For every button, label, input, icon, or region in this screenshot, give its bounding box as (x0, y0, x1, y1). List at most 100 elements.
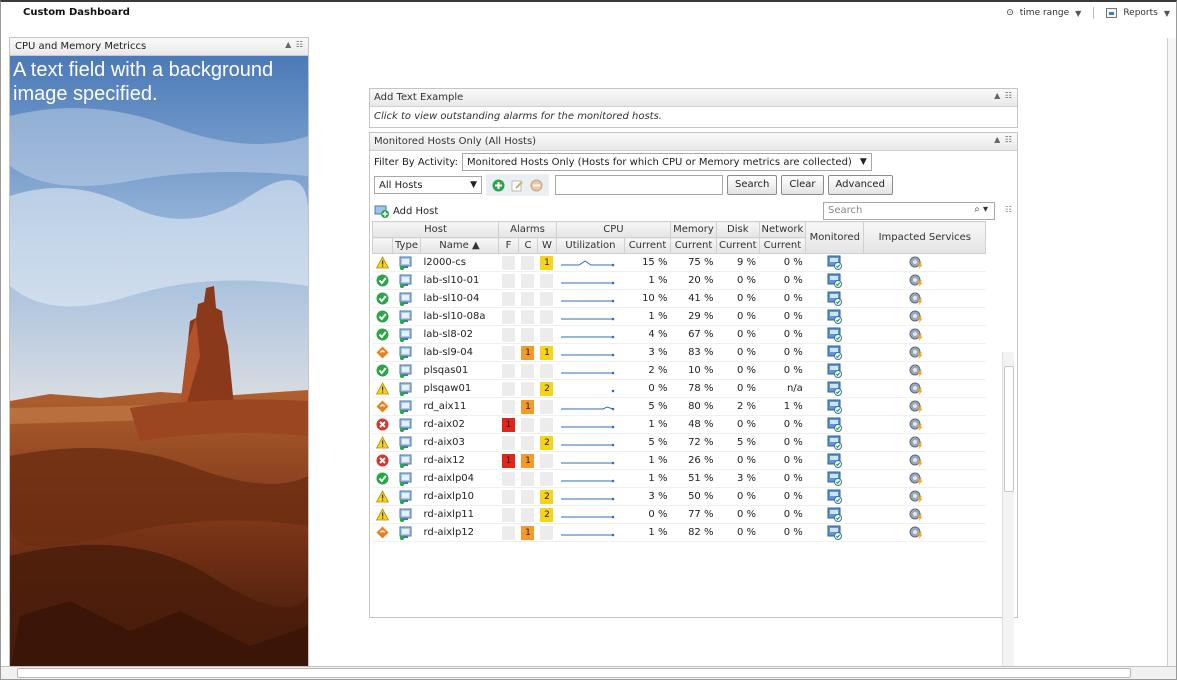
monitored-icon[interactable] (827, 489, 843, 504)
critical-alarm-count[interactable] (521, 507, 535, 522)
impacted-service-icon[interactable] (909, 436, 925, 450)
host-row[interactable]: rd-aix12 1 1 1 % 26 % 0 % 0 % (372, 451, 986, 470)
impacted-service-icon[interactable] (909, 418, 925, 432)
warning-header[interactable]: W (536, 237, 557, 254)
critical-alarm-count[interactable] (521, 309, 535, 324)
monitored-icon[interactable] (827, 453, 843, 468)
monitored-icon[interactable] (827, 345, 843, 360)
memory-current-header[interactable]: Current (669, 237, 717, 254)
name-header[interactable]: Name ▲ (419, 237, 499, 254)
host-name[interactable]: lab-sl10-01 (420, 271, 499, 290)
fatal-header[interactable]: F (497, 237, 519, 254)
host-name[interactable]: plsqaw01 (420, 379, 499, 398)
impacted-service-icon[interactable] (909, 256, 925, 270)
type-header[interactable]: Type (392, 237, 421, 254)
warning-alarm-count[interactable] (540, 453, 554, 468)
critical-alarm-count[interactable] (521, 291, 535, 306)
monitored-icon[interactable] (827, 291, 843, 306)
fatal-alarm-count[interactable] (501, 507, 515, 522)
impacted-service-icon[interactable] (909, 310, 925, 324)
critical-alarm-count[interactable] (521, 363, 535, 378)
widget-menu-icon[interactable]: ▲ ☷ (994, 91, 1013, 100)
cpu-utilization-cell[interactable] (556, 523, 625, 542)
monitored-icon[interactable] (827, 417, 843, 432)
impacted-service-icon[interactable] (909, 274, 925, 288)
clear-button[interactable]: Clear (781, 175, 824, 195)
cpu-utilization-cell[interactable] (556, 397, 625, 416)
host-name[interactable]: rd-aixlp04 (420, 469, 499, 488)
fatal-alarm-count[interactable] (501, 291, 515, 306)
host-name[interactable]: rd-aix03 (420, 433, 499, 452)
page-scroll-thumb[interactable] (17, 668, 1131, 678)
cpu-utilization-cell[interactable] (556, 289, 625, 308)
fatal-alarm-count[interactable] (501, 309, 515, 324)
panel-menu-icon[interactable]: ▲ ☷ (285, 40, 304, 49)
host-row[interactable]: rd-aixlp04 1 % 51 % 3 % 0 % (372, 469, 986, 488)
host-name[interactable]: lab-sl10-08a (420, 307, 499, 326)
critical-alarm-count[interactable] (521, 471, 535, 486)
page-horizontal-scrollbar[interactable] (1, 666, 1176, 679)
impacted-services-header[interactable]: Impacted Services (863, 221, 987, 254)
grid-scroll-thumb[interactable] (1004, 366, 1014, 492)
impacted-service-icon[interactable] (909, 454, 925, 468)
host-name[interactable]: rd_aix11 (420, 397, 499, 416)
warning-alarm-count[interactable] (540, 273, 554, 288)
cpu-utilization-cell[interactable] (556, 325, 625, 344)
cpu-utilization-cell[interactable] (556, 379, 625, 398)
cpu-utilization-cell[interactable] (556, 469, 625, 488)
critical-alarm-count[interactable]: 1 (521, 345, 535, 360)
monitored-icon[interactable] (827, 399, 843, 414)
critical-alarm-count[interactable] (521, 381, 535, 396)
cpu-utilization-cell[interactable] (556, 415, 625, 434)
monitored-icon[interactable] (827, 327, 843, 342)
reports-button[interactable]: Reports (1123, 8, 1158, 18)
impacted-service-icon[interactable] (909, 526, 925, 540)
fatal-alarm-count[interactable] (501, 255, 515, 270)
monitored-icon[interactable] (827, 309, 843, 324)
status-header[interactable] (372, 237, 393, 254)
fatal-alarm-count[interactable] (501, 381, 515, 396)
host-name[interactable]: rd-aixlp12 (420, 523, 499, 542)
cpu-utilization-cell[interactable] (556, 307, 625, 326)
warning-alarm-count[interactable] (540, 291, 554, 306)
host-row[interactable]: rd-aixlp12 1 1 % 82 % 0 % 0 % (372, 523, 986, 542)
host-row[interactable]: rd-aixlp11 2 0 % 77 % 0 % 0 % (372, 505, 986, 524)
page-vertical-scrollbar[interactable] (1167, 38, 1176, 668)
fatal-alarm-count[interactable]: 1 (501, 453, 515, 468)
host-row[interactable]: lab-sl9-04 1 1 3 % 83 % 0 % 0 % (372, 343, 986, 362)
add-circle-icon[interactable] (492, 179, 505, 192)
impacted-service-icon[interactable] (909, 292, 925, 306)
host-name[interactable]: rd-aixlp11 (420, 505, 499, 524)
fatal-alarm-count[interactable] (501, 489, 515, 504)
host-search-input[interactable] (555, 175, 723, 195)
critical-alarm-count[interactable] (521, 417, 535, 432)
host-name[interactable]: lab-sl10-04 (420, 289, 499, 308)
host-name[interactable]: rd-aixlp10 (420, 487, 499, 506)
warning-alarm-count[interactable] (540, 399, 554, 414)
host-name[interactable]: rd-aix02 (420, 415, 499, 434)
host-row[interactable]: plsqaw01 2 0 % 78 % 0 % n/a (372, 379, 986, 398)
fatal-alarm-count[interactable] (501, 525, 515, 540)
warning-alarm-count[interactable] (540, 363, 554, 378)
warning-alarm-count[interactable]: 2 (540, 381, 554, 396)
fatal-alarm-count[interactable] (501, 273, 515, 288)
host-name[interactable]: lab-sl8-02 (420, 325, 499, 344)
fatal-alarm-count[interactable] (501, 399, 515, 414)
host-row[interactable]: rd-aix02 1 1 % 48 % 0 % 0 % (372, 415, 986, 434)
warning-alarm-count[interactable] (540, 471, 554, 486)
impacted-service-icon[interactable] (909, 400, 925, 414)
cpu-utilization-cell[interactable] (556, 361, 625, 380)
host-row[interactable]: rd-aixlp10 2 3 % 50 % 0 % 0 % (372, 487, 986, 506)
impacted-service-icon[interactable] (909, 382, 925, 396)
monitored-icon[interactable] (827, 381, 843, 396)
cpu-utilization-cell[interactable] (556, 433, 625, 452)
cpu-utilization-header[interactable]: Utilization (555, 237, 625, 254)
delete-icon[interactable] (530, 179, 543, 192)
fatal-alarm-count[interactable] (501, 471, 515, 486)
host-name[interactable]: lab-sl9-04 (420, 343, 499, 362)
cpu-utilization-cell[interactable] (556, 505, 625, 524)
monitored-icon[interactable] (827, 471, 843, 486)
grid-scrollbar[interactable] (1002, 352, 1014, 679)
alarms-hint-link[interactable]: Click to view outstanding alarms for the… (370, 107, 1017, 127)
critical-alarm-count[interactable] (521, 273, 535, 288)
